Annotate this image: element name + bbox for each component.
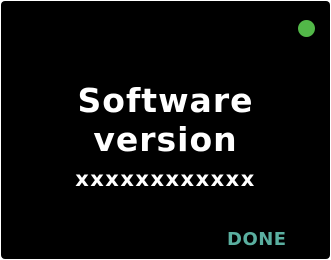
software-version-value: xxxxxxxxxxxx <box>75 167 256 191</box>
device-screen: Software version xxxxxxxxxxxx DONE <box>1 1 330 259</box>
status-dot-icon <box>298 20 315 37</box>
title-line-1: Software <box>77 81 254 120</box>
title-line-2: version <box>93 120 238 159</box>
done-button[interactable]: DONE <box>227 229 287 251</box>
